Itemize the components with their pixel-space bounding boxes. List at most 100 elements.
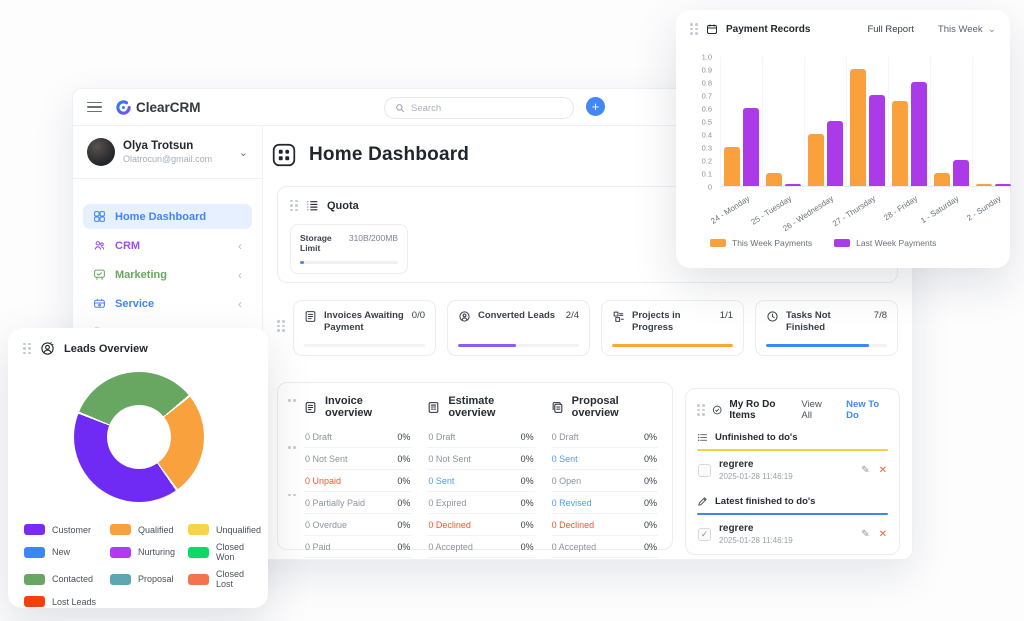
delete-x-icon[interactable]: ✕ [879, 529, 887, 540]
legend-swatch [24, 547, 45, 558]
sidebar-menu: Home DashboardCRM‹Marketing‹Service‹Proj… [73, 179, 262, 345]
sidebar-item-service[interactable]: Service‹ [83, 291, 252, 316]
legend-swatch [188, 547, 209, 558]
overview-row-value: 0% [397, 454, 410, 464]
legend-swatch [110, 574, 131, 585]
overview-row-value: 0% [521, 498, 534, 508]
bar-last-week-payments [785, 184, 801, 186]
stat-value: 0/0 [412, 310, 425, 321]
progress-fill [612, 344, 733, 347]
legend-swatch [110, 547, 131, 558]
overview-row-value: 0% [644, 498, 657, 508]
drag-handle[interactable] [690, 23, 698, 35]
overview-row-label: 0 Expired [428, 498, 466, 508]
bar-this-week-payments [934, 173, 950, 186]
add-button[interactable]: + [586, 97, 605, 116]
legend-label: Lost Leads [52, 597, 96, 607]
todo-section-title: Unfinished to do's [715, 432, 797, 443]
leads-legend-item-qualified: Qualified [110, 524, 188, 535]
y-tick-label: 0.4 [702, 131, 712, 140]
todo-checkbox[interactable]: ✓ [698, 528, 711, 541]
logo-icon [116, 100, 131, 115]
search-input[interactable] [411, 103, 551, 114]
page-title: Home Dashboard [309, 144, 469, 166]
leads-legend-item-unqualified: Unqualified [188, 524, 261, 535]
drag-handle[interactable] [697, 404, 705, 416]
todo-item-name: regrere [719, 523, 793, 534]
new-todo-link[interactable]: New To Do [846, 399, 888, 421]
overview-row: 0 Overdue 0% [304, 514, 411, 536]
sidebar-item-marketing[interactable]: Marketing‹ [83, 262, 252, 287]
week-range-dropdown[interactable]: This Week ⌄ [938, 24, 996, 35]
overview-row-label: 0 Declined [428, 520, 471, 530]
x-axis-labels: 24 - Monday25 - Tuesday26 - Wednesday27 … [720, 191, 1014, 231]
overview-row-value: 0% [644, 454, 657, 464]
edit-pencil-icon[interactable]: ✎ [861, 529, 869, 540]
search-box[interactable] [384, 97, 574, 119]
delete-x-icon[interactable]: ✕ [879, 465, 887, 476]
legend-label: Proposal [138, 574, 174, 584]
overview-row-label: 0 Accepted [552, 542, 597, 552]
check-circle-icon [712, 404, 722, 416]
overview-row-value: 0% [644, 542, 657, 552]
overview-column-proposal-overview: Proposal overview 0 Draft 0% 0 Sent 0% 0… [551, 395, 658, 539]
overview-row: 0 Accepted 0% [427, 536, 534, 558]
view-all-link[interactable]: View All [801, 399, 830, 421]
overview-row: 0 Not Sent 0% [304, 448, 411, 470]
legend-swatch [188, 574, 209, 585]
leads-overview-title: Leads Overview [64, 343, 148, 355]
todo-widget: My Ro Do Items View All New To Do Unfini… [685, 388, 900, 555]
sidebar-item-home-dashboard[interactable]: Home Dashboard [83, 204, 252, 229]
full-report-link[interactable]: Full Report [867, 24, 913, 35]
overview-row-value: 0% [397, 520, 410, 530]
quota-title: Quota [327, 200, 359, 212]
drag-handle[interactable] [288, 399, 296, 539]
legend-label: Last Week Payments [856, 238, 936, 248]
overview-title: Estimate overview [448, 395, 534, 419]
storage-progress-fill [300, 261, 304, 264]
drag-handle[interactable] [290, 200, 298, 212]
stat-card-tasks-not-finished[interactable]: Tasks Not Finished 7/8 [755, 300, 898, 356]
overview-row: 0 Not Sent 0% [427, 448, 534, 470]
leads-legend-item-lost-leads: Lost Leads [24, 596, 110, 607]
todo-item: ✓ regrere 2025-01-28 11:46:19 ✎ ✕ [697, 515, 888, 549]
leads-legend-item-customer: Customer [24, 524, 110, 535]
overview-row-value: 0% [521, 476, 534, 486]
sidebar-item-crm[interactable]: CRM‹ [83, 233, 252, 258]
user-profile[interactable]: Olya Trotsun Olatrocun@gmail.com ⌄ [73, 126, 262, 179]
bar-group-25-tuesday [762, 57, 804, 186]
payment-chart: 1.00.90.80.70.60.50.40.30.20.10 24 - Mon… [690, 57, 996, 187]
progress-track [304, 344, 425, 347]
stat-card-converted-leads[interactable]: Converted Leads 2/4 [447, 300, 590, 356]
overview-row-value: 0% [521, 542, 534, 552]
sidebar-item-label: Service [115, 298, 154, 310]
x-axis-label: 27 - Thursday [831, 194, 877, 228]
y-axis: 1.00.90.80.70.60.50.40.30.20.10 [690, 57, 714, 187]
overview-row: 0 Partially Paid 0% [304, 492, 411, 514]
documents-overview-section: Invoice overview 0 Draft 0% 0 Not Sent 0… [277, 382, 673, 550]
stat-card-invoices-awaiting-payment[interactable]: Invoices Awaiting Payment 0/0 [293, 300, 436, 356]
bar-this-week-payments [892, 101, 908, 186]
stat-card-projects-in-progress[interactable]: Projects in Progress 1/1 [601, 300, 744, 356]
stat-value: 2/4 [566, 310, 579, 321]
invoice-icon [304, 401, 317, 414]
y-tick-label: 1.0 [702, 53, 712, 62]
overview-row-label: 0 Paid [305, 542, 331, 552]
overview-row-label: 0 Not Sent [305, 454, 348, 464]
overview-row-label: 0 Partially Paid [305, 498, 365, 508]
todo-checkbox[interactable] [698, 464, 711, 477]
drag-handle[interactable] [23, 343, 31, 355]
overview-row: 0 Expired 0% [427, 492, 534, 514]
menu-icon[interactable] [87, 102, 102, 113]
todo-item-timestamp: 2025-01-28 11:46:19 [719, 472, 793, 481]
y-tick-label: 0.8 [702, 79, 712, 88]
dashboard-icon [93, 210, 106, 223]
chevron-left-icon: ‹ [238, 239, 242, 253]
todo-section-header: Unfinished to do's [697, 432, 888, 443]
stats-section: Invoices Awaiting Payment 0/0 Converted … [277, 300, 898, 356]
overview-row-value: 0% [644, 520, 657, 530]
lead-icon [458, 310, 471, 323]
edit-pencil-icon[interactable]: ✎ [861, 465, 869, 476]
y-tick-label: 0.9 [702, 66, 712, 75]
drag-handle[interactable] [277, 320, 285, 332]
